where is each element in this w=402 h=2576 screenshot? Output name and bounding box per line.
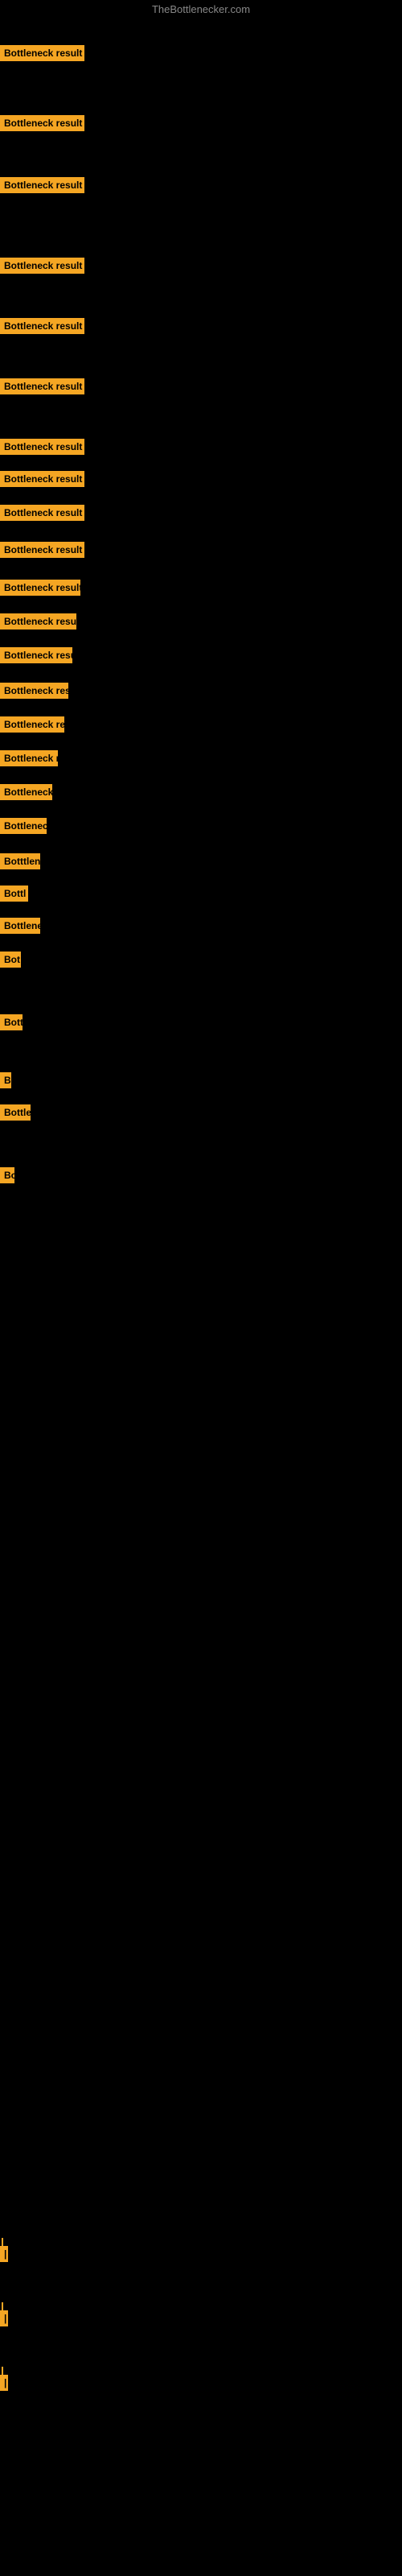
bottleneck-result-badge: Bottleneck result	[0, 115, 84, 131]
site-title: TheBottlenecker.com	[0, 3, 402, 15]
vertical-indicator-line	[2, 2302, 3, 2326]
bottleneck-result-badge: Bottle	[0, 1104, 31, 1121]
bottleneck-result-badge: Bottleneck result	[0, 177, 84, 193]
bottleneck-result-badge: Bottleneck r	[0, 784, 52, 800]
bottleneck-result-badge: Bottleneck res	[0, 716, 64, 733]
bottleneck-result-badge: Bottleneck result	[0, 542, 84, 558]
bottleneck-result-badge: Bottleneck result	[0, 258, 84, 274]
bottleneck-result-badge: Bottl	[0, 886, 28, 902]
bottleneck-result-badge: Bottleneck result	[0, 471, 84, 487]
bottleneck-result-badge: Bo	[0, 1167, 14, 1183]
bottleneck-result-badge: Botttlene	[0, 853, 40, 869]
vertical-indicator-line	[2, 2238, 3, 2262]
bottleneck-result-badge: Bottleneck result	[0, 505, 84, 521]
bottleneck-result-badge: Bottleneck result	[0, 318, 84, 334]
bottleneck-result-badge: Bottleneck result	[0, 647, 72, 663]
bottleneck-result-badge: Bottleneck result	[0, 45, 84, 61]
bottleneck-result-badge: Bottleneck re	[0, 750, 58, 766]
bottleneck-result-badge: Bottleneck result	[0, 683, 68, 699]
bottleneck-result-badge: B	[0, 1072, 11, 1088]
bottleneck-result-badge: Bottleneck result	[0, 378, 84, 394]
bottleneck-result-badge: Bot	[0, 952, 21, 968]
bottleneck-result-badge: Bott	[0, 1014, 23, 1030]
vertical-indicator-line	[2, 2367, 3, 2391]
bottleneck-result-badge: Bottleneck result	[0, 439, 84, 455]
bottleneck-result-badge: Bottleneck	[0, 818, 47, 834]
bottleneck-result-badge: Bottleneck result	[0, 613, 76, 630]
bottleneck-result-badge: Bottleneck result	[0, 580, 80, 596]
bottleneck-result-badge: Bottlene	[0, 918, 40, 934]
